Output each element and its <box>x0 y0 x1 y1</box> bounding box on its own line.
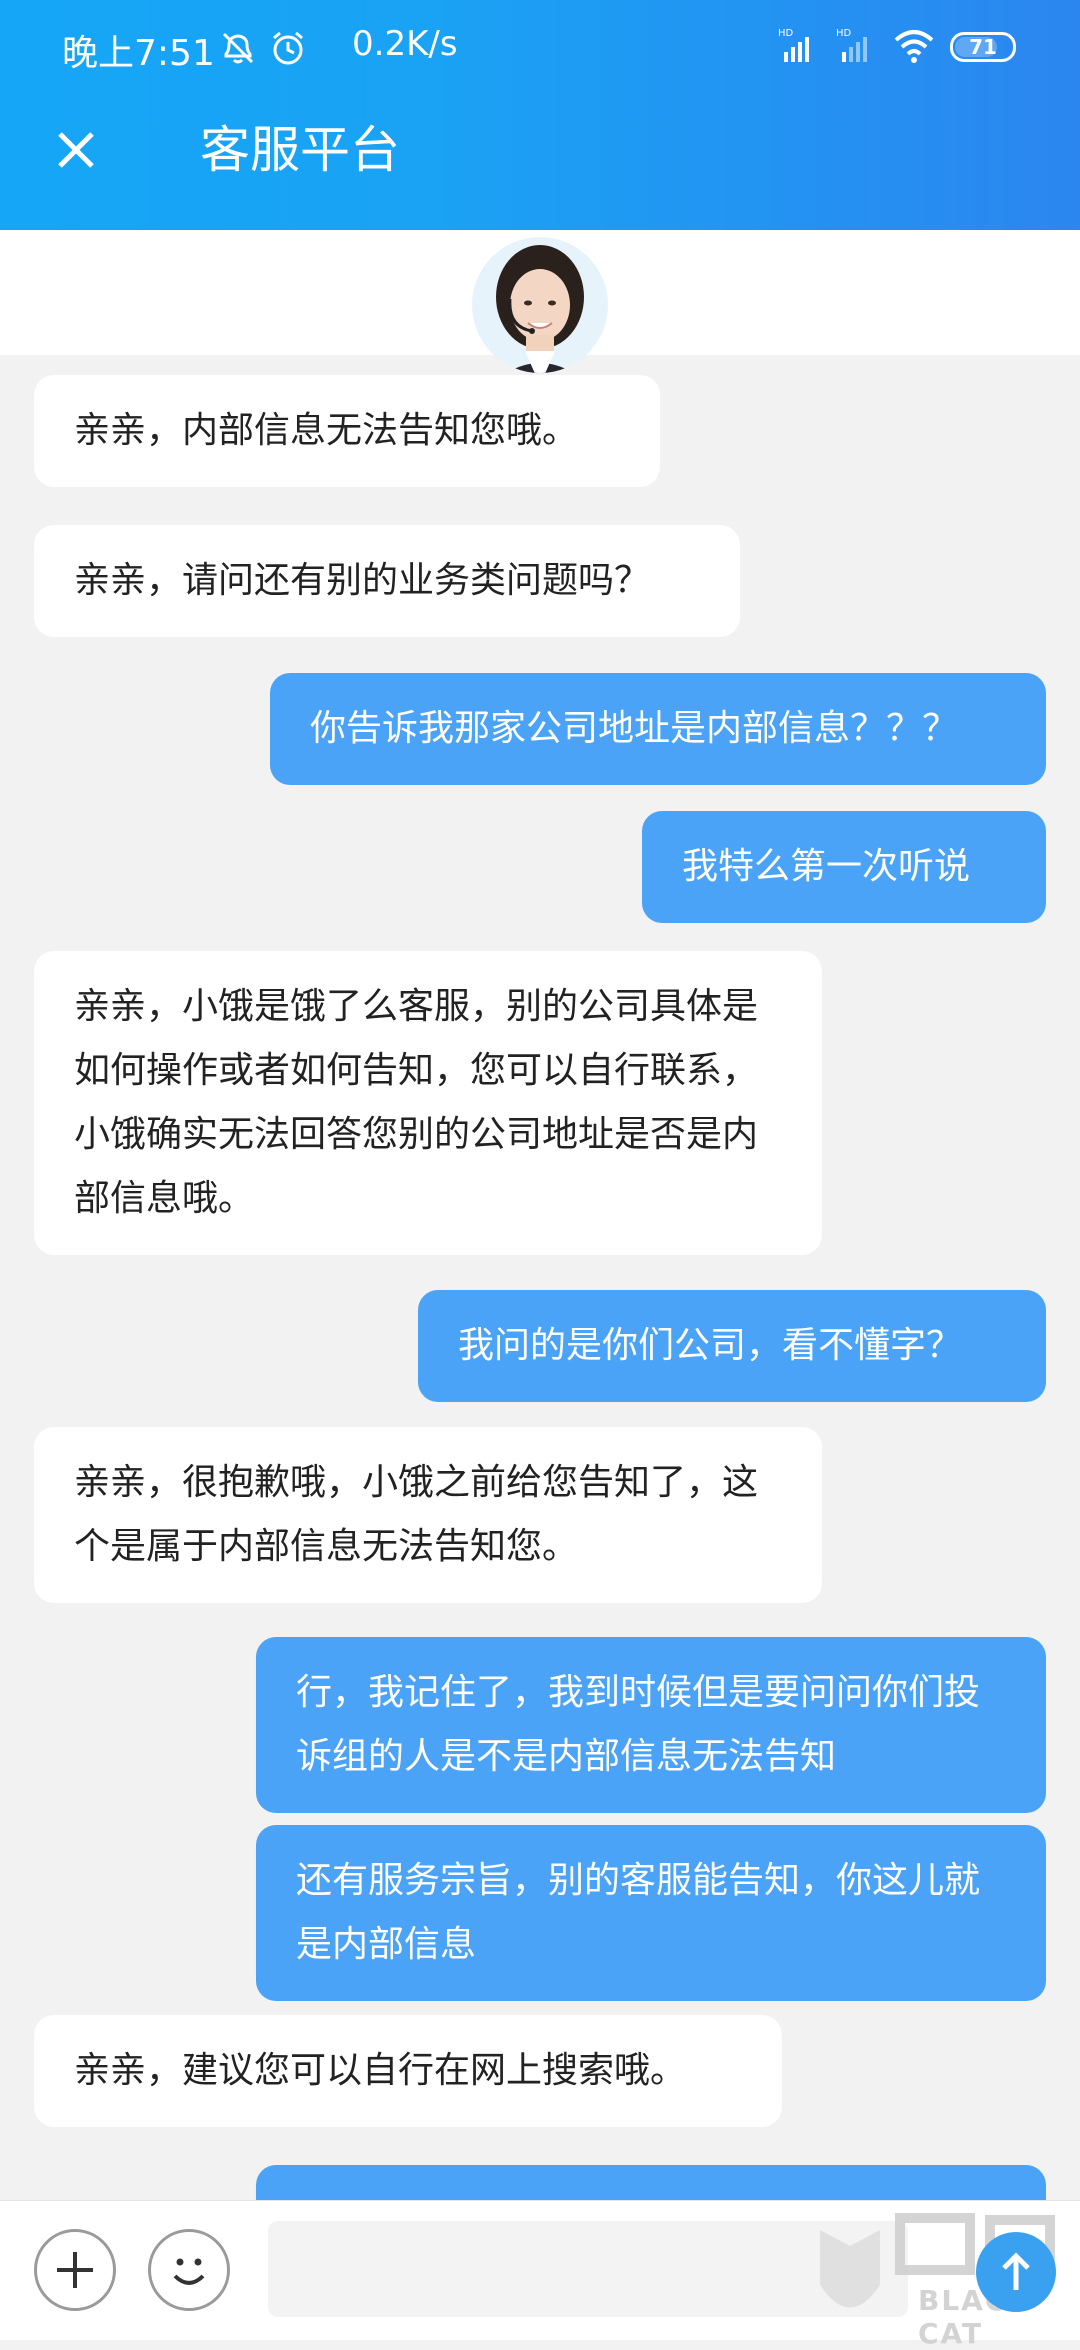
alarm-icon <box>268 28 308 68</box>
signal-hd-2-icon: HD <box>836 26 876 66</box>
smile-icon <box>173 2258 205 2285</box>
add-button[interactable] <box>34 2229 116 2311</box>
app-header: 晚上7:51 0.2K/s HD HD 71 客服平台 <box>0 0 1080 230</box>
notifications-muted-icon <box>218 28 258 68</box>
status-time: 晚上7:51 <box>62 33 215 74</box>
battery-indicator: 71 <box>950 32 1016 62</box>
status-bar: 晚上7:51 0.2K/s HD HD 71 <box>0 0 1080 100</box>
plus-icon <box>57 2252 93 2288</box>
agent-avatar <box>470 235 610 395</box>
network-speed: 0.2K/s <box>352 24 458 64</box>
user-message: 你告诉我那家公司地址是内部信息？？？ <box>270 673 1046 785</box>
agent-message: 亲亲，很抱歉哦，小饿之前给您告知了，这个是属于内部信息无法告知您。 <box>34 1427 822 1603</box>
signal-hd-1-icon: HD <box>778 26 818 66</box>
svg-text:HD: HD <box>778 28 794 39</box>
user-message: 我问的是你们公司，看不懂字？ <box>418 1290 1046 1402</box>
user-message <box>256 2165 1046 2200</box>
scroll-to-bottom-button[interactable] <box>976 2232 1056 2312</box>
title-bar: 客服平台 <box>0 100 1080 230</box>
wifi-icon <box>892 26 936 66</box>
arrow-up-icon <box>1002 2252 1030 2290</box>
svg-text:HD: HD <box>836 28 852 39</box>
agent-message: 亲亲，小饿是饿了么客服，别的公司具体是如何操作或者如何告知，您可以自行联系，小饿… <box>34 951 822 1255</box>
chat-area[interactable]: 亲亲，内部信息无法告知您哦。 亲亲，请问还有别的业务类问题吗？ 你告诉我那家公司… <box>0 355 1080 2200</box>
battery-level: 71 <box>969 35 997 59</box>
close-button[interactable] <box>46 120 106 180</box>
agent-message: 亲亲，建议您可以自行在网上搜索哦。 <box>34 2015 782 2127</box>
agent-message: 亲亲，请问还有别的业务类问题吗？ <box>34 525 740 637</box>
close-icon <box>58 132 94 168</box>
user-message: 还有服务宗旨，别的客服能告知，你这儿就是内部信息 <box>256 1825 1046 2001</box>
user-message: 行，我记住了，我到时候但是要问问你们投诉组的人是不是内部信息无法告知 <box>256 1637 1046 1813</box>
page-title: 客服平台 <box>200 121 400 179</box>
user-message: 我特么第一次听说 <box>642 811 1046 923</box>
emoji-button[interactable] <box>148 2229 230 2311</box>
